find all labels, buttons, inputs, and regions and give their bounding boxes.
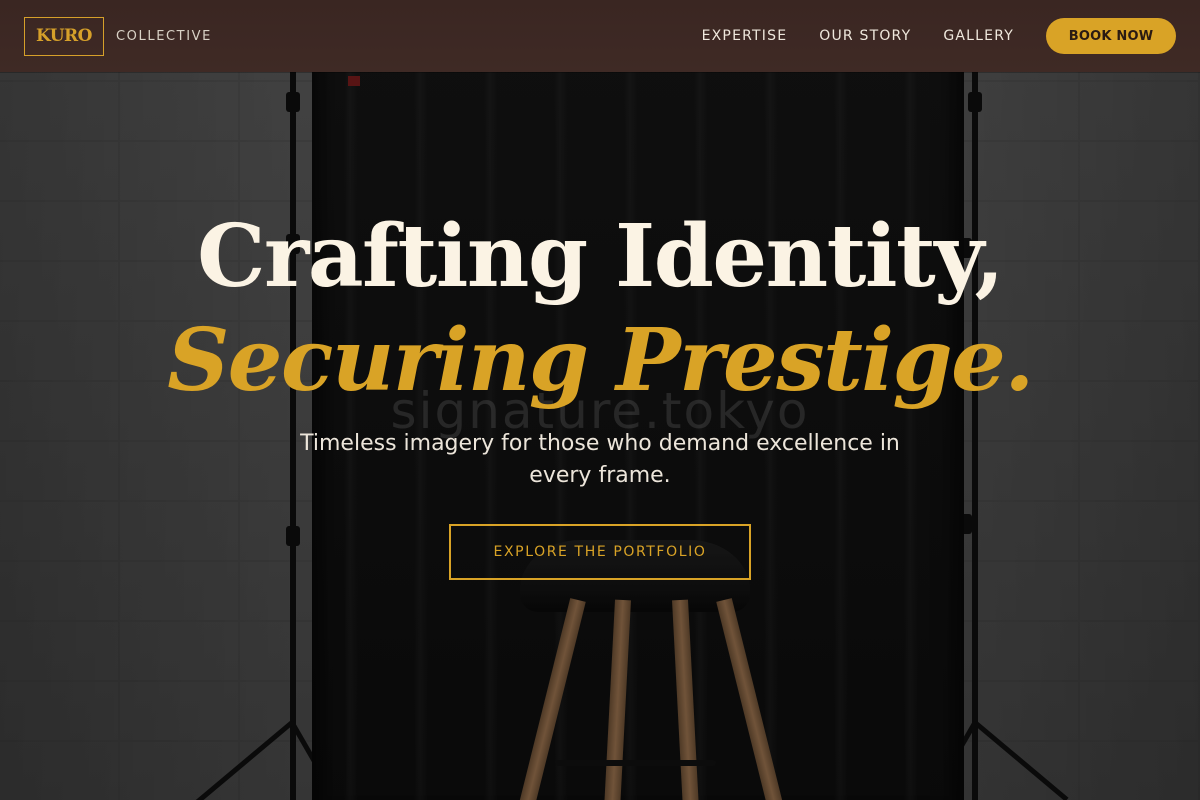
hero-subtext: Timeless imagery for those who demand ex…	[300, 431, 900, 488]
explore-portfolio-button[interactable]: EXPLORE THE PORTFOLIO	[449, 524, 751, 580]
hero-headline-line1: Crafting Identity,	[197, 206, 1004, 307]
hero-section: Crafting Identity, Securing Prestige. Ti…	[0, 0, 1200, 800]
hero-headline-line2: Securing Prestige.	[167, 310, 1034, 411]
